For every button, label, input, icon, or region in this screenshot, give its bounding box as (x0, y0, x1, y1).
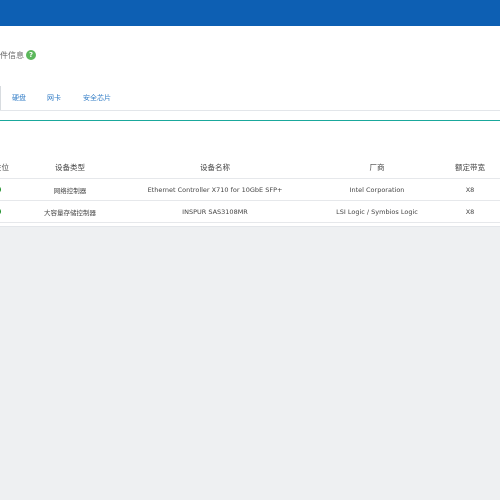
header-vendor: 厂商 (369, 162, 385, 172)
link-width-cell: X8 (465, 185, 475, 194)
status-cell (0, 179, 14, 200)
device-type-cell: 大容量存储控制器 (44, 208, 96, 217)
tab-security-chip[interactable]: 安全芯片 (83, 93, 111, 103)
main-content: 件信息 ? 硬盘 网卡 安全芯片 在位 设备类型 设备名称 厂商 额定带宽 网络… (0, 26, 500, 500)
header-status: 在位 (0, 162, 9, 172)
device-type-cell: 网络控制器 (53, 186, 87, 195)
header-device-type: 设备类型 (55, 162, 85, 172)
vendor-cell: LSI Logic / Symbios Logic (336, 207, 418, 216)
help-icon[interactable]: ? (26, 50, 36, 60)
device-tabs: 硬盘 网卡 安全芯片 (0, 86, 500, 111)
status-cell (0, 201, 14, 222)
tab-network-card[interactable]: 网卡 (47, 93, 61, 103)
device-name-cell: INSPUR SAS3108MR (182, 207, 248, 216)
device-info-panel: 件信息 ? 硬盘 网卡 安全芯片 在位 设备类型 设备名称 厂商 额定带宽 网络… (0, 26, 500, 227)
table-header: 在位 设备类型 设备名称 厂商 额定带宽 (0, 156, 500, 179)
tab-divider (0, 86, 1, 110)
vendor-cell: Intel Corporation (349, 185, 405, 194)
tab-hard-disk[interactable]: 硬盘 (12, 93, 26, 103)
header-link-width: 额定带宽 (455, 162, 485, 172)
status-dot-icon (0, 186, 1, 193)
status-dot-icon (0, 208, 1, 215)
pcie-device-table: 在位 设备类型 设备名称 厂商 额定带宽 网络控制器 Ethernet Cont… (0, 156, 500, 223)
header-device-name: 设备名称 (200, 162, 230, 172)
top-navigation-bar (0, 0, 500, 26)
section-title: 件信息 ? (0, 48, 36, 62)
section-title-text: 件信息 (0, 50, 24, 60)
table-row: 大容量存储控制器 INSPUR SAS3108MR LSI Logic / Sy… (0, 201, 500, 223)
table-row: 网络控制器 Ethernet Controller X710 for 10GbE… (0, 179, 500, 201)
link-width-cell: X8 (465, 207, 475, 216)
device-name-cell: Ethernet Controller X710 for 10GbE SFP+ (147, 185, 283, 194)
section-divider (0, 120, 500, 121)
